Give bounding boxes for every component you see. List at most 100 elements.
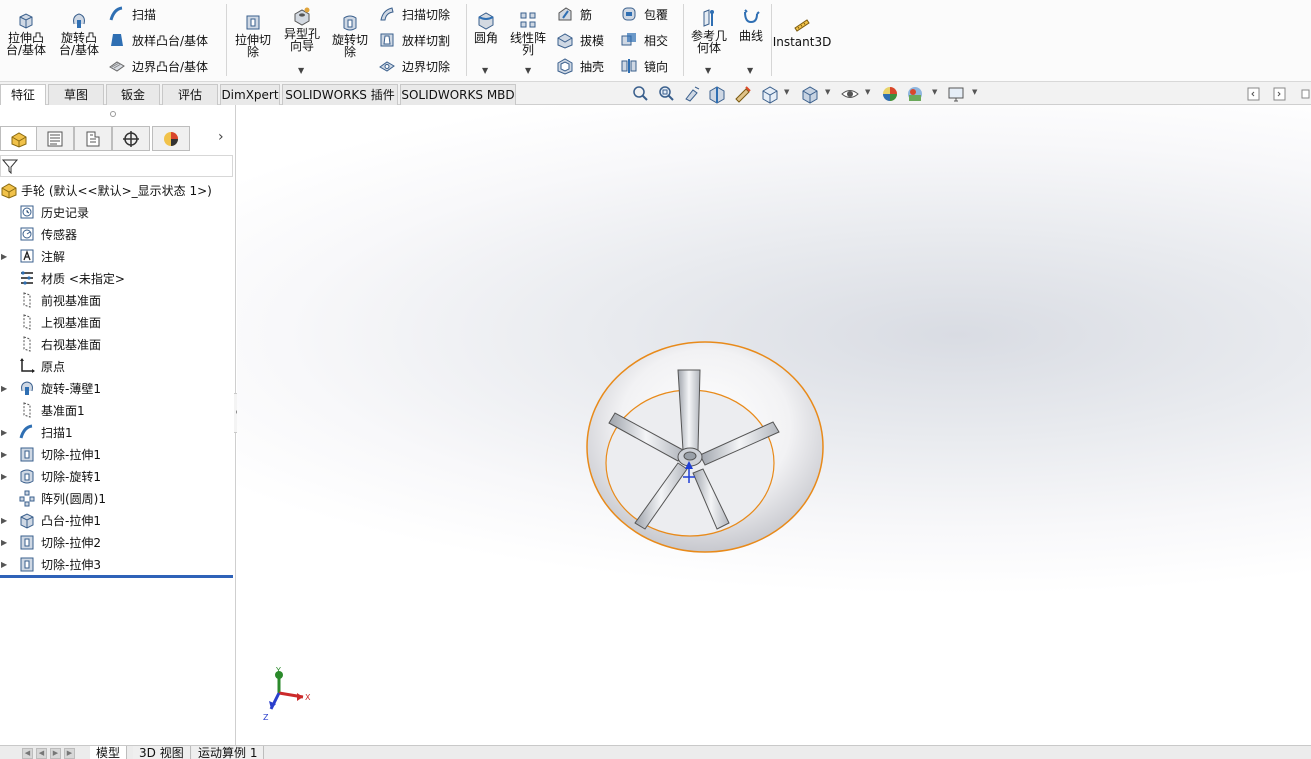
extrude-cut-button[interactable]: 拉伸切 除 [232, 12, 274, 58]
view-settings-icon[interactable] [946, 84, 966, 104]
tree-item[interactable]: ▶ 切除-拉伸1 [0, 443, 232, 465]
zoom-to-area-icon[interactable] [656, 84, 676, 104]
wrap-button[interactable]: 包覆 [620, 5, 668, 23]
tile-left-icon[interactable] [1247, 84, 1261, 104]
triad-y-label: Y [276, 666, 281, 675]
handwheel-model[interactable] [237, 105, 1311, 745]
tree-item-label: 切除-拉伸3 [41, 557, 101, 572]
sweep-button[interactable]: 扫描 [108, 5, 156, 23]
tree-item[interactable]: ▶ 凸台-拉伸1 [0, 509, 232, 531]
fillet-button[interactable]: 圆角 [470, 10, 502, 44]
reference-geometry-dropdown-arrow[interactable]: ▼ [705, 66, 711, 75]
apply-scene-icon[interactable] [905, 84, 925, 104]
view-orientation-dropdown-arrow[interactable]: ▼ [784, 88, 789, 96]
panel-tabs-next-arrow[interactable]: › [218, 129, 224, 145]
tab-sketch[interactable]: 草图 [48, 84, 104, 105]
display-style-icon[interactable] [800, 84, 820, 104]
reference-geometry-button[interactable]: 参考几 何体 [688, 8, 730, 54]
tree-item[interactable]: 阵列(圆周)1 [0, 487, 232, 509]
linear-pattern-button[interactable]: 线性阵 列 [506, 10, 550, 56]
tab-dimxpert[interactable]: DimXpert [220, 84, 280, 105]
tree-item[interactable]: ▶ 注解 [0, 245, 232, 267]
dynamic-annotation-icon[interactable] [733, 84, 753, 104]
extrude-boss-button[interactable]: 拉伸凸 台/基体 [4, 10, 48, 56]
linear-pattern-dropdown-arrow[interactable]: ▼ [525, 66, 531, 75]
curves-button[interactable]: 曲线 [736, 8, 766, 42]
restore-window-icon[interactable] [1300, 84, 1310, 104]
boundary-boss-button[interactable]: 边界凸台/基体 [108, 57, 208, 75]
tab-sheet-metal[interactable]: 钣金 [106, 84, 160, 105]
tab-evaluate[interactable]: 评估 [162, 84, 218, 105]
graphics-area[interactable]: Y X Z [237, 105, 1311, 745]
tab-feature-manager[interactable] [0, 126, 38, 151]
tree-item[interactable]: 材质 <未指定> [0, 267, 232, 289]
draft-button[interactable]: 拔模 [556, 31, 604, 49]
expand-arrow-icon[interactable]: ▶ [0, 384, 18, 393]
display-style-dropdown-arrow[interactable]: ▼ [825, 88, 830, 96]
tree-item[interactable]: 历史记录 [0, 201, 232, 223]
tab-solidworks-mbd[interactable]: SOLIDWORKS MBD [400, 84, 516, 105]
loft-cut-button[interactable]: 放样切割 [378, 31, 450, 49]
tree-filter-bar[interactable] [0, 155, 233, 177]
tab-dimxpert-manager[interactable] [112, 126, 150, 151]
expand-arrow-icon[interactable]: ▶ [0, 516, 18, 525]
tree-item[interactable]: ▶ 扫描1 [0, 421, 232, 443]
apply-scene-dropdown-arrow[interactable]: ▼ [932, 88, 937, 96]
shell-button[interactable]: 抽壳 [556, 57, 604, 75]
tree-root-part[interactable]: 手轮 (默认<<默认>_显示状态 1>) [0, 179, 232, 201]
prev-tab-button[interactable]: ◀ [36, 748, 47, 759]
tree-item[interactable]: ▶ 切除-旋转1 [0, 465, 232, 487]
view-settings-dropdown-arrow[interactable]: ▼ [972, 88, 977, 96]
tree-item[interactable]: 上视基准面 [0, 311, 232, 333]
revolve-boss-button[interactable]: 旋转凸 台/基体 [56, 10, 102, 56]
expand-arrow-icon[interactable]: ▶ [0, 252, 18, 261]
tree-item[interactable]: 右视基准面 [0, 333, 232, 355]
tab-configuration-manager[interactable] [74, 126, 112, 151]
tab-solidworks-addins[interactable]: SOLIDWORKS 插件 [282, 84, 398, 105]
view-orientation-icon[interactable] [760, 84, 780, 104]
next-tab-button[interactable]: ▶ [50, 748, 61, 759]
tile-right-icon[interactable] [1273, 84, 1287, 104]
hole-wizard-button[interactable]: 异型孔 向导 [280, 6, 324, 52]
tree-item[interactable]: ▶ 切除-拉伸3 [0, 553, 232, 575]
tree-item[interactable]: 前视基准面 [0, 289, 232, 311]
hide-show-items-icon[interactable] [840, 84, 860, 104]
edit-appearance-icon[interactable] [880, 84, 900, 104]
tree-item[interactable]: ▶ 旋转-薄壁1 [0, 377, 232, 399]
sweep-cut-button[interactable]: 扫描切除 [378, 5, 450, 23]
tab-property-manager[interactable] [36, 126, 74, 151]
section-view-icon[interactable] [707, 84, 727, 104]
tree-item[interactable]: ▶ 切除-拉伸2 [0, 531, 232, 553]
tab-model[interactable]: 模型 [90, 746, 128, 759]
expand-arrow-icon[interactable]: ▶ [0, 538, 18, 547]
loft-boss-button[interactable]: 放样凸台/基体 [108, 31, 208, 49]
expand-arrow-icon[interactable]: ▶ [0, 560, 18, 569]
tab-motion-study[interactable]: 运动算例 1 [192, 746, 265, 759]
fillet-dropdown-arrow[interactable]: ▼ [482, 66, 488, 75]
first-tab-button[interactable]: ◀ [22, 748, 33, 759]
rollback-bar[interactable] [0, 575, 233, 578]
previous-view-icon[interactable] [682, 84, 702, 104]
curves-dropdown-arrow[interactable]: ▼ [747, 66, 753, 75]
instant3d-button[interactable]: Instant3D [773, 14, 831, 48]
feature-manager-panel: › 手轮 (默认<<默认>_显示状态 1>) 历史记录 传感器 ▶ 注解 材质 <未指定… [0, 105, 236, 745]
mirror-button[interactable]: 镜向 [620, 57, 668, 75]
tree-item[interactable]: 基准面1 [0, 399, 232, 421]
expand-arrow-icon[interactable]: ▶ [0, 472, 18, 481]
boundary-cut-button[interactable]: 边界切除 [378, 57, 450, 75]
hide-show-dropdown-arrow[interactable]: ▼ [865, 88, 870, 96]
expand-arrow-icon[interactable]: ▶ [0, 428, 18, 437]
zoom-to-fit-icon[interactable] [630, 84, 650, 104]
tab-features[interactable]: 特征 [0, 84, 46, 106]
tab-display-manager[interactable] [152, 126, 190, 151]
hole-wizard-dropdown-arrow[interactable]: ▼ [298, 66, 304, 75]
rib-button[interactable]: 筋 [556, 5, 592, 23]
panel-grip[interactable] [110, 111, 116, 117]
intersect-button[interactable]: 相交 [620, 31, 668, 49]
last-tab-button[interactable]: ▶ [64, 748, 75, 759]
revolve-cut-button[interactable]: 旋转切 除 [328, 12, 372, 58]
tab-3d-views[interactable]: 3D 视图 [133, 746, 191, 759]
tree-item[interactable]: 原点 [0, 355, 232, 377]
tree-item[interactable]: 传感器 [0, 223, 232, 245]
expand-arrow-icon[interactable]: ▶ [0, 450, 18, 459]
